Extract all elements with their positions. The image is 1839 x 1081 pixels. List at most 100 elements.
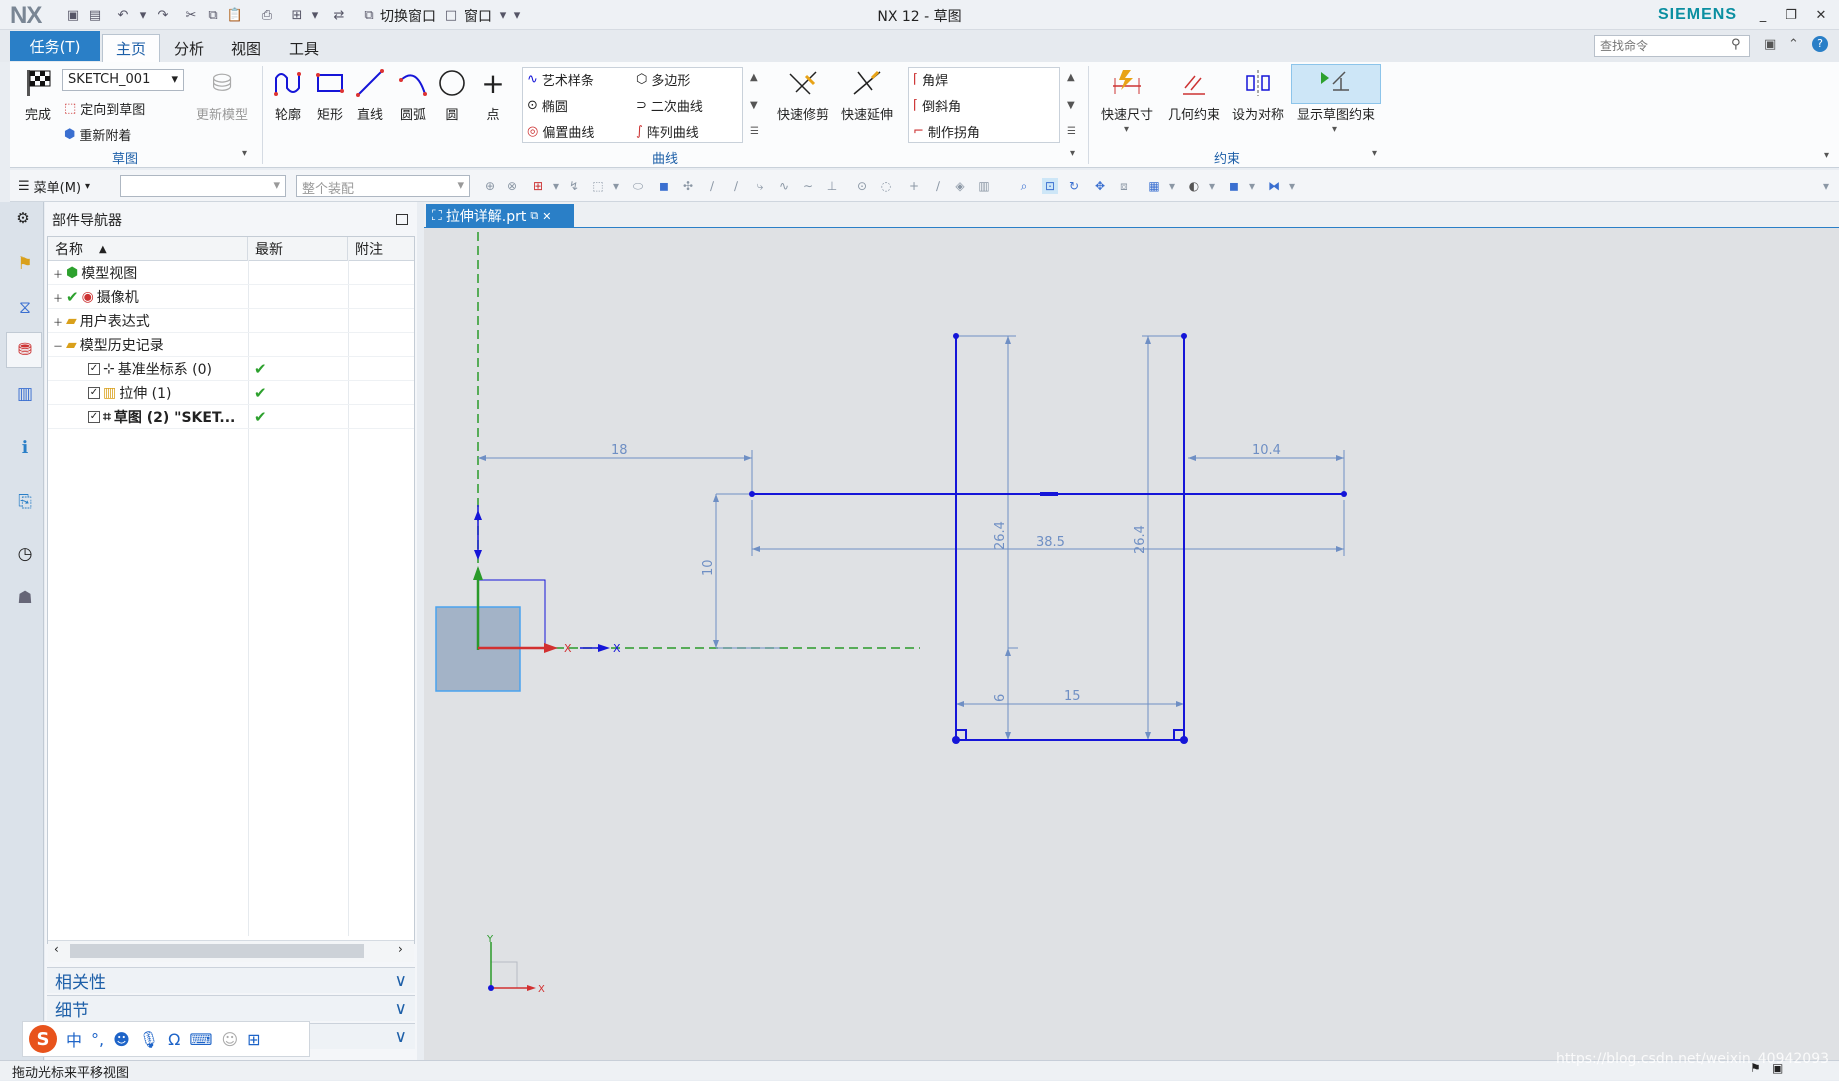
tab-tools[interactable]: 工具 [278, 34, 330, 62]
polygon-button[interactable]: ⬡ 多边形 [636, 70, 690, 89]
orient-view-icon[interactable]: ▦ [1146, 178, 1162, 194]
customize-qat-icon[interactable]: ▾ [508, 6, 526, 24]
scrollbar-thumb[interactable] [70, 944, 364, 958]
print-icon[interactable]: ⎙ [258, 6, 276, 24]
sketch-name-select[interactable]: SKETCH_001 ▾ [62, 69, 184, 91]
command-search-input[interactable] [1594, 35, 1750, 57]
dependencies-panel[interactable]: 相关性 ∨ [47, 967, 415, 993]
snap-bounded-icon[interactable]: ▥ [976, 178, 992, 194]
history-icon[interactable]: ⎘ [13, 490, 37, 514]
snap-intersection-icon[interactable]: ∿ [776, 178, 792, 194]
switch-window-icon[interactable]: ⧉ [360, 6, 378, 24]
orient-to-sketch-button[interactable]: ⬚ 定向到草图 [64, 99, 145, 118]
gallery-scroll-up-icon[interactable]: ▲ [750, 72, 758, 83]
perspective-icon[interactable]: ⧈ [1116, 178, 1132, 194]
circle-button[interactable]: 圆 [434, 66, 470, 123]
conic-button[interactable]: ⊃ 二次曲线 [636, 96, 703, 115]
reattach-button[interactable]: ⬢ 重新附着 [64, 125, 131, 144]
profile-button[interactable]: 轮廓 [270, 66, 306, 123]
menu-button[interactable]: ☰ 菜单(M) ▾ [18, 177, 90, 196]
keyboard-icon[interactable]: ⌨ [189, 1030, 212, 1049]
snap-on-curve-icon[interactable]: ∕ [930, 178, 946, 194]
fit-view-icon[interactable]: ⌕ [1016, 178, 1032, 194]
update-model-button[interactable]: ⛁ 更新模型 [192, 66, 252, 123]
show-sketch-constraints-button[interactable]: 显示草图约束 [1290, 66, 1382, 123]
layout-dropdown-icon[interactable]: ▾ [306, 6, 324, 24]
collapse-icon[interactable]: － [53, 338, 63, 353]
tree-row-model-history[interactable]: － ▰ 模型历史记录 [48, 333, 414, 357]
clip-section-icon[interactable]: ⧓ [1266, 178, 1282, 194]
snap-endpoint-icon[interactable]: ∕ [704, 178, 720, 194]
minimize-icon[interactable]: _ [1750, 4, 1776, 26]
expand-icon[interactable]: ＋ [53, 290, 63, 305]
intent-dropdown-icon[interactable]: ▾ [548, 178, 564, 194]
quick-trim-button[interactable]: 快速修剪 [774, 66, 832, 123]
status-display-icon[interactable]: ▣ [1772, 1061, 1783, 1075]
task-menu-button[interactable]: 任务(T) [10, 31, 100, 61]
ime-language-indicator[interactable]: 中 [66, 1027, 82, 1051]
offset-curve-button[interactable]: ◎ 偏置曲线 [527, 122, 594, 141]
web-browser-icon[interactable]: ℹ [13, 436, 37, 460]
save-icon[interactable]: ▣ [64, 6, 82, 24]
pan-icon[interactable]: ✥ [1092, 178, 1108, 194]
redo-icon[interactable]: ↷ [154, 6, 172, 24]
chamfer-button[interactable]: ⌈ 倒斜角 [913, 96, 961, 115]
scroll-right-icon[interactable]: › [398, 942, 403, 956]
roles-icon[interactable]: ☗ [13, 586, 37, 610]
column-header-name[interactable]: 名称 ▲ [48, 237, 248, 261]
fillet-button[interactable]: ⌈ 角焊 [913, 70, 948, 89]
ime-toolbar[interactable]: S 中 °, ☻ 🎙 Ω ⌨ ☺ ⊞ [22, 1021, 310, 1057]
deselect-icon[interactable]: ⬭ [630, 178, 646, 194]
tree-row-user-expressions[interactable]: ＋ ▰ 用户表达式 [48, 309, 414, 333]
geometric-constraints-button[interactable]: 几何约束 [1162, 66, 1226, 123]
user-icon[interactable]: ☺ [221, 1030, 238, 1049]
clock-icon[interactable]: ◷ [13, 542, 37, 566]
tab-view[interactable]: 视图 [220, 34, 272, 62]
status-flag-icon[interactable]: ⚑ [1750, 1061, 1761, 1075]
column-header-notes[interactable]: 附注 [348, 237, 414, 261]
tab-home[interactable]: 主页 [102, 34, 160, 62]
curve-group-expand-icon[interactable]: ▾ [1070, 148, 1075, 159]
clip-section-dropdown-icon[interactable]: ▾ [1284, 178, 1300, 194]
finish-sketch-button[interactable]: 完成 [18, 66, 58, 123]
selection-scope-select[interactable]: 整个装配 ▾ [296, 175, 470, 197]
restore-icon[interactable]: ❐ [1778, 4, 1804, 26]
constraint-group-expand-icon[interactable]: ▾ [1372, 148, 1377, 159]
window-menu-button[interactable]: 窗口 [464, 6, 492, 26]
gallery-scroll-down-icon[interactable]: ▼ [750, 100, 758, 111]
help-icon[interactable]: ? [1812, 36, 1828, 52]
apps-icon[interactable]: ⊞ [247, 1030, 260, 1049]
snap-quadrant-icon[interactable]: ◌ [878, 178, 894, 194]
tab-analysis[interactable]: 分析 [164, 34, 214, 62]
tree-row-cameras[interactable]: ＋ ✔ ◉ 摄像机 [48, 285, 414, 309]
selection-intent-icon[interactable]: ⊞ [530, 178, 546, 194]
rapid-dimension-button[interactable]: 快速尺寸 [1096, 66, 1158, 123]
constraint-navigator-icon[interactable]: ⧖ [13, 296, 37, 320]
corner-scroll-down-icon[interactable]: ▼ [1067, 100, 1075, 111]
paste-icon[interactable]: 📋 [226, 6, 244, 24]
rapid-dimension-dropdown-icon[interactable]: ▾ [1124, 124, 1129, 135]
render-style-icon[interactable]: ◐ [1186, 178, 1202, 194]
resource-bar-settings-icon[interactable]: ⚙ [11, 206, 35, 230]
scroll-left-icon[interactable]: ‹ [54, 942, 59, 956]
feature-selection-icon[interactable]: ⊗ [504, 178, 520, 194]
toolbar-options-icon[interactable]: ▾ [1818, 178, 1834, 194]
tree-row-model-views[interactable]: ＋ ⬢ 模型视图 [48, 261, 414, 285]
zoom-icon[interactable]: ⊡ [1042, 178, 1058, 194]
display-mode-dropdown-icon[interactable]: ▾ [1244, 178, 1260, 194]
corner-more-icon[interactable]: ☰ [1067, 126, 1076, 137]
snap-perpendicular-icon[interactable]: ⊥ [824, 178, 840, 194]
tree-row-extrude[interactable]: ✓ ▥ 拉伸 (1) ✔ [48, 381, 414, 405]
show-constraints-dropdown-icon[interactable]: ▾ [1332, 124, 1337, 135]
studio-spline-button[interactable]: ∿ 艺术样条 [527, 70, 594, 89]
display-mode-icon[interactable]: ◼ [1226, 178, 1242, 194]
omega-icon[interactable]: Ω [168, 1030, 180, 1049]
arc-button[interactable]: 圆弧 [394, 66, 432, 123]
gallery-more-icon[interactable]: ☰ [750, 126, 759, 137]
quick-extend-button[interactable]: 快速延伸 [838, 66, 896, 123]
point-button[interactable]: + 点 [475, 66, 511, 124]
visibility-checkbox[interactable]: ✓ [88, 387, 100, 399]
visibility-checkbox[interactable]: ✓ [88, 363, 100, 375]
switch-window-button[interactable]: 切换窗口 [380, 6, 436, 26]
snap-curve-icon[interactable]: ∼ [800, 178, 816, 194]
